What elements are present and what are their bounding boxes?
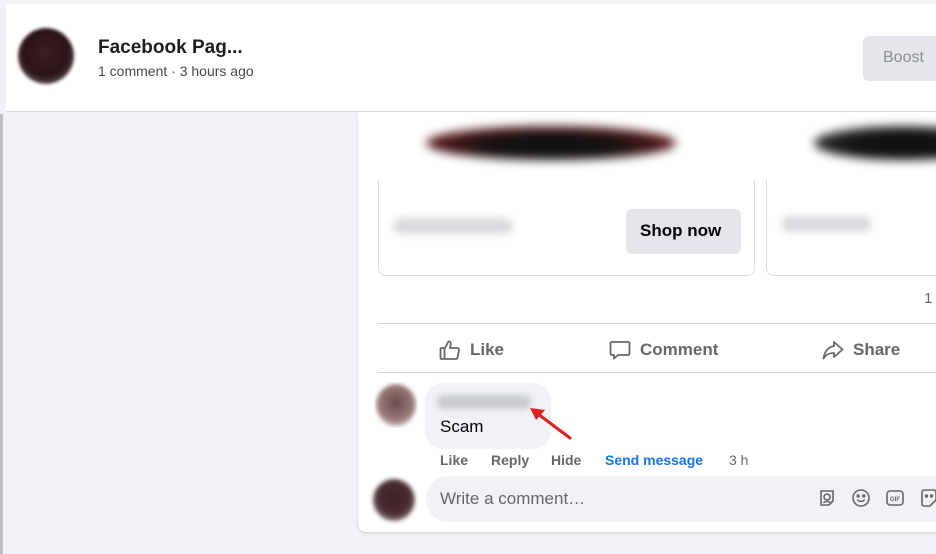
gif-icon[interactable]: GIF [885,488,905,508]
commenter-avatar[interactable] [374,382,418,428]
comment-input[interactable]: Write a comment… GIF [426,476,936,522]
comment-placeholder: Write a comment… [440,489,586,508]
comment-like-link[interactable]: Like [440,452,468,468]
meta-separator: · [167,63,180,79]
post-action-bar: Like Comment Share [378,323,936,373]
product-image[interactable] [378,112,754,180]
post-card: Shop now 1 Like Comment Share Scam Like … [358,112,936,532]
shop-now-button[interactable]: Shop now [626,209,741,254]
comment-text: Scam [440,417,484,436]
svg-text:GIF: GIF [890,497,900,503]
product-image[interactable] [766,112,936,180]
thumbs-up-icon [439,340,460,360]
page-name[interactable]: Facebook Pag... [98,37,243,59]
boost-button[interactable]: Boost [863,36,936,81]
emoji-icon[interactable] [851,488,871,508]
product-info [766,180,936,276]
comment-hide-link[interactable]: Hide [551,452,581,468]
avatar-sticker-icon[interactable] [817,488,837,508]
product-title-blurred [393,218,513,234]
comment-count[interactable]: 1 comment [98,63,167,79]
product-info: Shop now [378,180,755,276]
post-meta: 1 comment · 3 hours ago [98,63,254,79]
comment-reply-link[interactable]: Reply [491,452,529,468]
send-message-link[interactable]: Send message [605,452,703,468]
left-panel-edge [0,114,3,554]
sticker-icon[interactable] [919,488,936,508]
share-arrow-icon [822,341,844,360]
post-time[interactable]: 3 hours ago [180,63,254,79]
annotation-arrow-icon [530,408,572,440]
composer-avatar [368,475,420,525]
like-label: Like [470,340,505,359]
comment-label: Comment [640,340,719,359]
comment-time[interactable]: 3 h [729,452,748,468]
page-avatar[interactable] [12,22,80,90]
speech-bubble-icon [609,341,631,360]
composer-icons: GIF [817,488,936,508]
share-button[interactable]: Share [821,338,900,362]
commenter-name-blurred[interactable] [437,395,531,409]
share-label: Share [853,340,901,359]
product-title-blurred [781,216,871,232]
reactions-count[interactable]: 1 [924,290,932,307]
comment-button[interactable]: Comment [608,338,718,362]
post-header: Facebook Pag... 1 comment · 3 hours ago … [6,4,936,112]
like-button[interactable]: Like [438,338,504,362]
